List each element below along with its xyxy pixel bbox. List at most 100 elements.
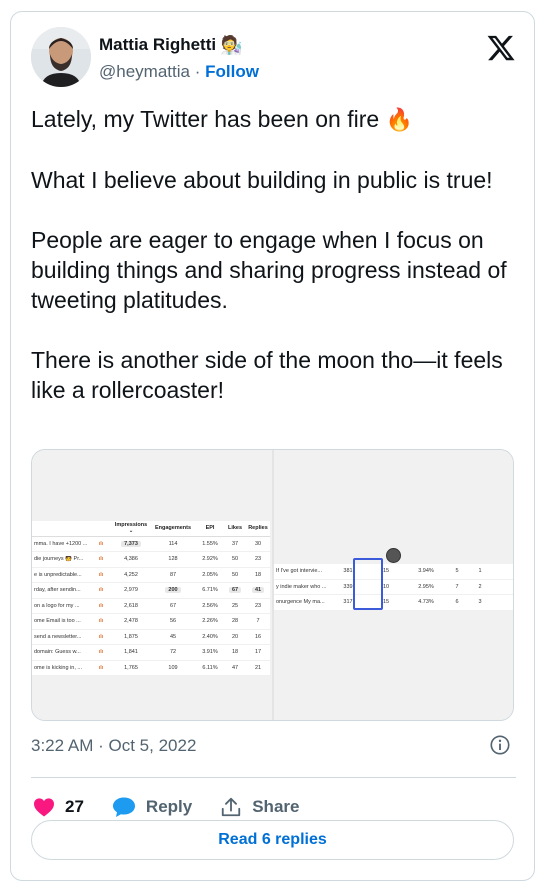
impressions-cell-value: 7,373 (121, 540, 141, 547)
likes-cell: 28 (224, 618, 246, 624)
engagements-cell-value: 200 (165, 587, 181, 594)
engagements-cell: 67 (150, 603, 196, 609)
highlight-box (353, 558, 383, 610)
time-separator: · (98, 736, 104, 755)
engagements-cell-value: 128 (168, 556, 178, 563)
chart-icon: ılı (98, 540, 104, 547)
tweet-cell-value: send a newsletter... (34, 633, 82, 640)
reply-button[interactable]: Reply (112, 796, 192, 818)
replies-cell: 1 (478, 568, 482, 575)
header-epi: EPI (205, 525, 215, 532)
author-handle-row: @heymattia · Follow (99, 62, 259, 82)
tweet-paragraph-2: What I believe about building in public … (31, 167, 493, 193)
epi-cell: 2.05% (196, 572, 224, 578)
impressions-cell-value: 2,979 (124, 587, 138, 594)
table-row: on a logo for my ... ılı 2,618 67 2.56% 25 23 (32, 599, 270, 614)
epi-cell-value: 2.05% (202, 571, 218, 578)
table-row: ome is kicking in, ... ılı 1,765 109 6.11% 47… (32, 661, 270, 676)
chart-icon: ılı (98, 649, 104, 656)
epi-cell-value: 3.91% (202, 649, 218, 656)
impressions-cell-value: 2,618 (124, 602, 138, 609)
reply-label: Reply (145, 797, 193, 816)
chart-icon: ılı (98, 571, 104, 578)
epi-cell-value: 2.40% (202, 633, 218, 640)
epi-cell: 1.55% (196, 541, 224, 547)
impressions-cell: 4,252 (112, 572, 150, 578)
tweet-cell-value: rday, after sendin... (34, 587, 81, 594)
likes-cell-value: 28 (231, 618, 239, 625)
likes-cell-value: 25 (231, 602, 239, 609)
engagements-cell: 128 (150, 556, 196, 562)
epi-cell: 2.95% (418, 583, 434, 590)
impressions-cell-value: 4,252 (124, 571, 138, 578)
engagements-cell: 72 (150, 649, 196, 655)
likes-cell: 67 (224, 587, 246, 594)
tweet-line-1: Lately, my Twitter has been on fire 🔥 (31, 104, 521, 135)
engagements-cell-value: 45 (169, 633, 177, 640)
follow-button[interactable]: Follow (205, 62, 259, 81)
read-replies-button[interactable]: Read 6 replies (31, 820, 514, 860)
scientist-emoji: 🧑‍🔬 (220, 35, 243, 55)
chart-icon: ılı (98, 602, 104, 609)
tweet-cell: ome Email is too ... (32, 618, 90, 624)
impressions-cell: 1,841 (112, 649, 150, 655)
info-icon[interactable] (489, 734, 511, 756)
impressions-cell-value: 1,841 (124, 649, 138, 656)
replies-cell: 23 (246, 556, 270, 562)
likes-cell: 25 (224, 603, 246, 609)
tweet-cell: ome is kicking in, ... (32, 665, 90, 671)
replies-cell: 18 (246, 572, 270, 578)
epi-cell: 6.71% (196, 587, 224, 593)
tweet-date: Oct 5, 2022 (108, 736, 197, 755)
replies-cell-value: 30 (254, 540, 262, 547)
tweet-header: Mattia Righetti 🧑‍🔬 @heymattia · Follow (31, 27, 516, 89)
impressions-cell: 1,765 (112, 665, 150, 671)
tweet-cell-value: ome is kicking in, ... (34, 664, 82, 671)
chart-icon: ılı (98, 618, 104, 625)
likes-cell-value: 20 (231, 633, 239, 640)
tweet-cell-value: on a logo for my ... (34, 602, 80, 609)
tweet-cell-value: domain: Guess w... (34, 649, 81, 656)
impressions-cell-value: 1,765 (124, 664, 138, 671)
epi-cell-value: 2.92% (202, 556, 218, 563)
handle-separator: · (194, 62, 201, 81)
likes-cell: 18 (224, 649, 246, 655)
impressions-cell: 2,979 (112, 587, 150, 593)
avatar[interactable] (31, 27, 91, 87)
media-attachment[interactable]: Impressions ⌄ Engagements EPI Likes Repl… (31, 449, 514, 721)
tweet-cell-value: die journeys 🧑 Pr... (34, 556, 84, 563)
tweet-cell: domain: Guess w... (32, 649, 90, 655)
share-label: Share (252, 797, 300, 816)
header-likes: Likes (227, 525, 243, 532)
table-row: send a newsletter... ılı 1,875 45 2.40% 20 16 (32, 630, 270, 645)
avatar-image (31, 27, 91, 87)
share-button[interactable]: Share (220, 796, 299, 818)
table-row: die journeys 🧑 Pr... ılı 4,386 128 2.92% 50 23 (32, 552, 270, 568)
table-row: ome Email is too ... ılı 2,478 56 2.26% 28 7 (32, 614, 270, 630)
header-engagements: Engagements (154, 525, 192, 532)
author-handle[interactable]: @heymattia (99, 62, 190, 81)
tweet-cell: y indie maker who ... (276, 583, 327, 590)
moon-icon (386, 548, 401, 563)
tweet-card: Mattia Righetti 🧑‍🔬 @heymattia · Follow … (10, 11, 535, 881)
header-replies: Replies (248, 525, 268, 532)
reply-bubble-icon (112, 797, 135, 817)
likes-cell-value: 67 (228, 587, 242, 594)
replies-cell: 2 (478, 583, 482, 590)
replies-cell-value: 21 (254, 664, 262, 671)
replies-cell: 16 (246, 634, 270, 640)
tweet-cell: If I've got intervie... (276, 568, 322, 575)
table-row: onurgence My ma... 317 15 4.73% 6 3 (274, 595, 513, 611)
media-image-right[interactable]: If I've got intervie... 381 15 3.94% 5 1 y ind… (274, 450, 513, 720)
tweet-timestamp[interactable]: 3:22 AM · Oct 5, 2022 (31, 736, 196, 756)
tweet-cell: rday, after sendin... (32, 587, 90, 593)
replies-cell: 7 (246, 618, 270, 624)
like-button[interactable]: 27 (33, 797, 84, 817)
x-logo-icon[interactable] (486, 33, 516, 63)
author-name[interactable]: Mattia Righetti (99, 35, 216, 55)
engagements-cell-value: 109 (168, 664, 178, 671)
divider (31, 777, 516, 778)
media-image-left[interactable]: Impressions ⌄ Engagements EPI Likes Repl… (32, 450, 272, 720)
epi-cell: 4.73% (418, 599, 434, 606)
tweet-time: 3:22 AM (31, 736, 94, 755)
